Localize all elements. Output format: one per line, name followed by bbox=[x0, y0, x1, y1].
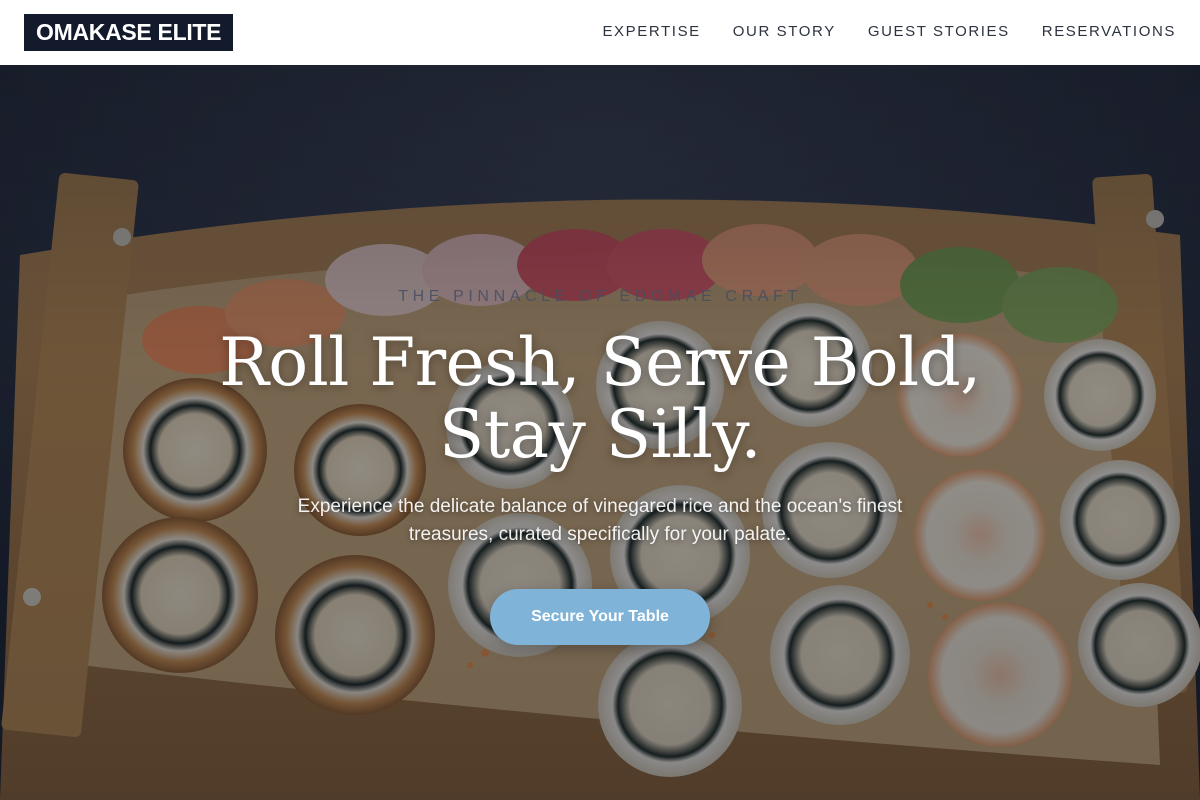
hero-headline-line-1: Roll Fresh, Serve Bold, bbox=[219, 324, 981, 401]
hero-eyebrow: THE PINNACLE OF EDOMAE CRAFT bbox=[398, 288, 802, 305]
hero-content: THE PINNACLE OF EDOMAE CRAFT Roll Fresh,… bbox=[0, 65, 1200, 800]
nav-link-reservations[interactable]: RESERVATIONS bbox=[1042, 23, 1176, 40]
hero-subtext: Experience the delicate balance of vineg… bbox=[297, 496, 903, 545]
nav-link-guest-stories[interactable]: GUEST STORIES bbox=[868, 23, 1010, 40]
site-header: OMAKASE ELITE EXPERTISE OUR STORY GUEST … bbox=[0, 0, 1200, 65]
main-nav: EXPERTISE OUR STORY GUEST STORIES RESERV… bbox=[602, 23, 1176, 40]
nav-link-expertise[interactable]: EXPERTISE bbox=[602, 23, 700, 40]
hero-headline-line-2: Stay Silly. bbox=[439, 396, 761, 473]
hero-headline: Roll Fresh, Serve Bold, Stay Silly. bbox=[0, 327, 1200, 471]
secure-table-button[interactable]: Secure Your Table bbox=[490, 589, 710, 645]
nav-link-our-story[interactable]: OUR STORY bbox=[733, 23, 836, 40]
hero-section: THE PINNACLE OF EDOMAE CRAFT Roll Fresh,… bbox=[0, 65, 1200, 800]
brand-logo[interactable]: OMAKASE ELITE bbox=[24, 13, 234, 51]
